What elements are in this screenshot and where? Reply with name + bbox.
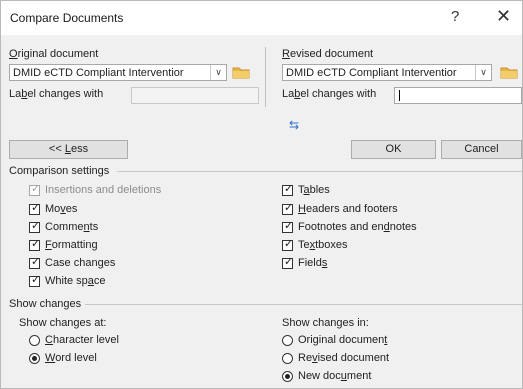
comparison-settings-heading: Comparison settings	[9, 165, 110, 177]
chevron-down-icon[interactable]: ∨	[210, 65, 226, 80]
case-changes-checkbox[interactable]: ✓	[29, 256, 40, 269]
original-document-option-label: Original document	[298, 334, 388, 346]
tables-label: Tables	[298, 184, 330, 196]
less-button[interactable]: << Less	[9, 140, 128, 159]
comments-checkbox[interactable]: ✓	[29, 220, 40, 233]
text-caret	[399, 90, 400, 101]
close-button[interactable]: ✕	[496, 6, 511, 27]
dialog-title: Compare Documents	[10, 11, 124, 25]
new-document-radio[interactable]	[282, 371, 293, 382]
show-changes-heading: Show changes	[9, 298, 82, 310]
original-label-changes-label: Label changes with	[9, 88, 104, 100]
headers-footers-checkbox[interactable]: ✓	[282, 202, 293, 215]
revised-document-label: Revised document	[282, 48, 374, 60]
fields-label: Fields	[298, 257, 328, 269]
character-level-label: Character level	[45, 334, 119, 346]
footnotes-endnotes-checkbox[interactable]: ✓	[282, 220, 293, 233]
footnotes-endnotes-label: Footnotes and endnotes	[298, 221, 417, 233]
show-changes-at-label: Show changes at:	[19, 317, 107, 329]
swap-documents-icon[interactable]: ⇆	[289, 118, 299, 132]
revised-label-changes-label: Label changes with	[282, 88, 377, 100]
section-divider	[85, 304, 522, 305]
revised-document-radio[interactable]	[282, 353, 293, 364]
textboxes-label: Textboxes	[298, 239, 348, 251]
white-space-checkbox[interactable]: ✓	[29, 274, 40, 287]
help-button[interactable]: ?	[451, 8, 459, 25]
original-document-dropdown[interactable]: DMID eCTD Compliant Interventior ∨	[9, 64, 227, 81]
moves-label: Moves	[45, 203, 78, 215]
original-document-radio[interactable]	[282, 335, 293, 346]
revised-document-option-label: Revised document	[298, 352, 390, 364]
insertions-deletions-checkbox: ✓	[29, 183, 41, 196]
formatting-label: Formatting	[45, 239, 98, 251]
textboxes-checkbox[interactable]: ✓	[282, 238, 293, 251]
chevron-down-icon[interactable]: ∨	[475, 65, 491, 80]
white-space-label: White space	[45, 275, 106, 287]
word-level-radio[interactable]	[29, 353, 40, 364]
original-document-label: Original document	[9, 48, 99, 60]
revised-document-value: DMID eCTD Compliant Interventior	[286, 67, 457, 79]
moves-checkbox[interactable]: ✓	[29, 202, 40, 215]
title-bar: Compare Documents ? ✕	[1, 1, 522, 35]
original-document-value: DMID eCTD Compliant Interventior	[13, 67, 184, 79]
formatting-checkbox[interactable]: ✓	[29, 238, 40, 251]
browse-revised-folder-icon[interactable]	[500, 66, 518, 79]
tables-checkbox[interactable]: ✓	[282, 183, 293, 196]
fields-checkbox[interactable]: ✓	[282, 256, 293, 269]
case-changes-label: Case changes	[45, 257, 116, 269]
original-label-changes-input[interactable]	[131, 87, 259, 104]
ok-button[interactable]: OK	[351, 140, 436, 159]
new-document-option-label: New document	[298, 370, 372, 382]
column-divider	[265, 47, 266, 107]
section-divider	[117, 171, 522, 172]
character-level-radio[interactable]	[29, 335, 40, 346]
headers-footers-label: Headers and footers	[298, 203, 398, 215]
compare-documents-dialog: Compare Documents ? ✕ Original document …	[0, 0, 523, 389]
show-changes-in-label: Show changes in:	[282, 317, 369, 329]
insertions-deletions-label: Insertions and deletions	[45, 184, 162, 196]
comments-label: Comments	[45, 221, 99, 233]
revised-label-changes-input[interactable]	[394, 87, 522, 104]
word-level-label: Word level	[45, 352, 97, 364]
cancel-button[interactable]: Cancel	[441, 140, 522, 159]
revised-document-dropdown[interactable]: DMID eCTD Compliant Interventior ∨	[282, 64, 492, 81]
browse-original-folder-icon[interactable]	[232, 66, 250, 79]
